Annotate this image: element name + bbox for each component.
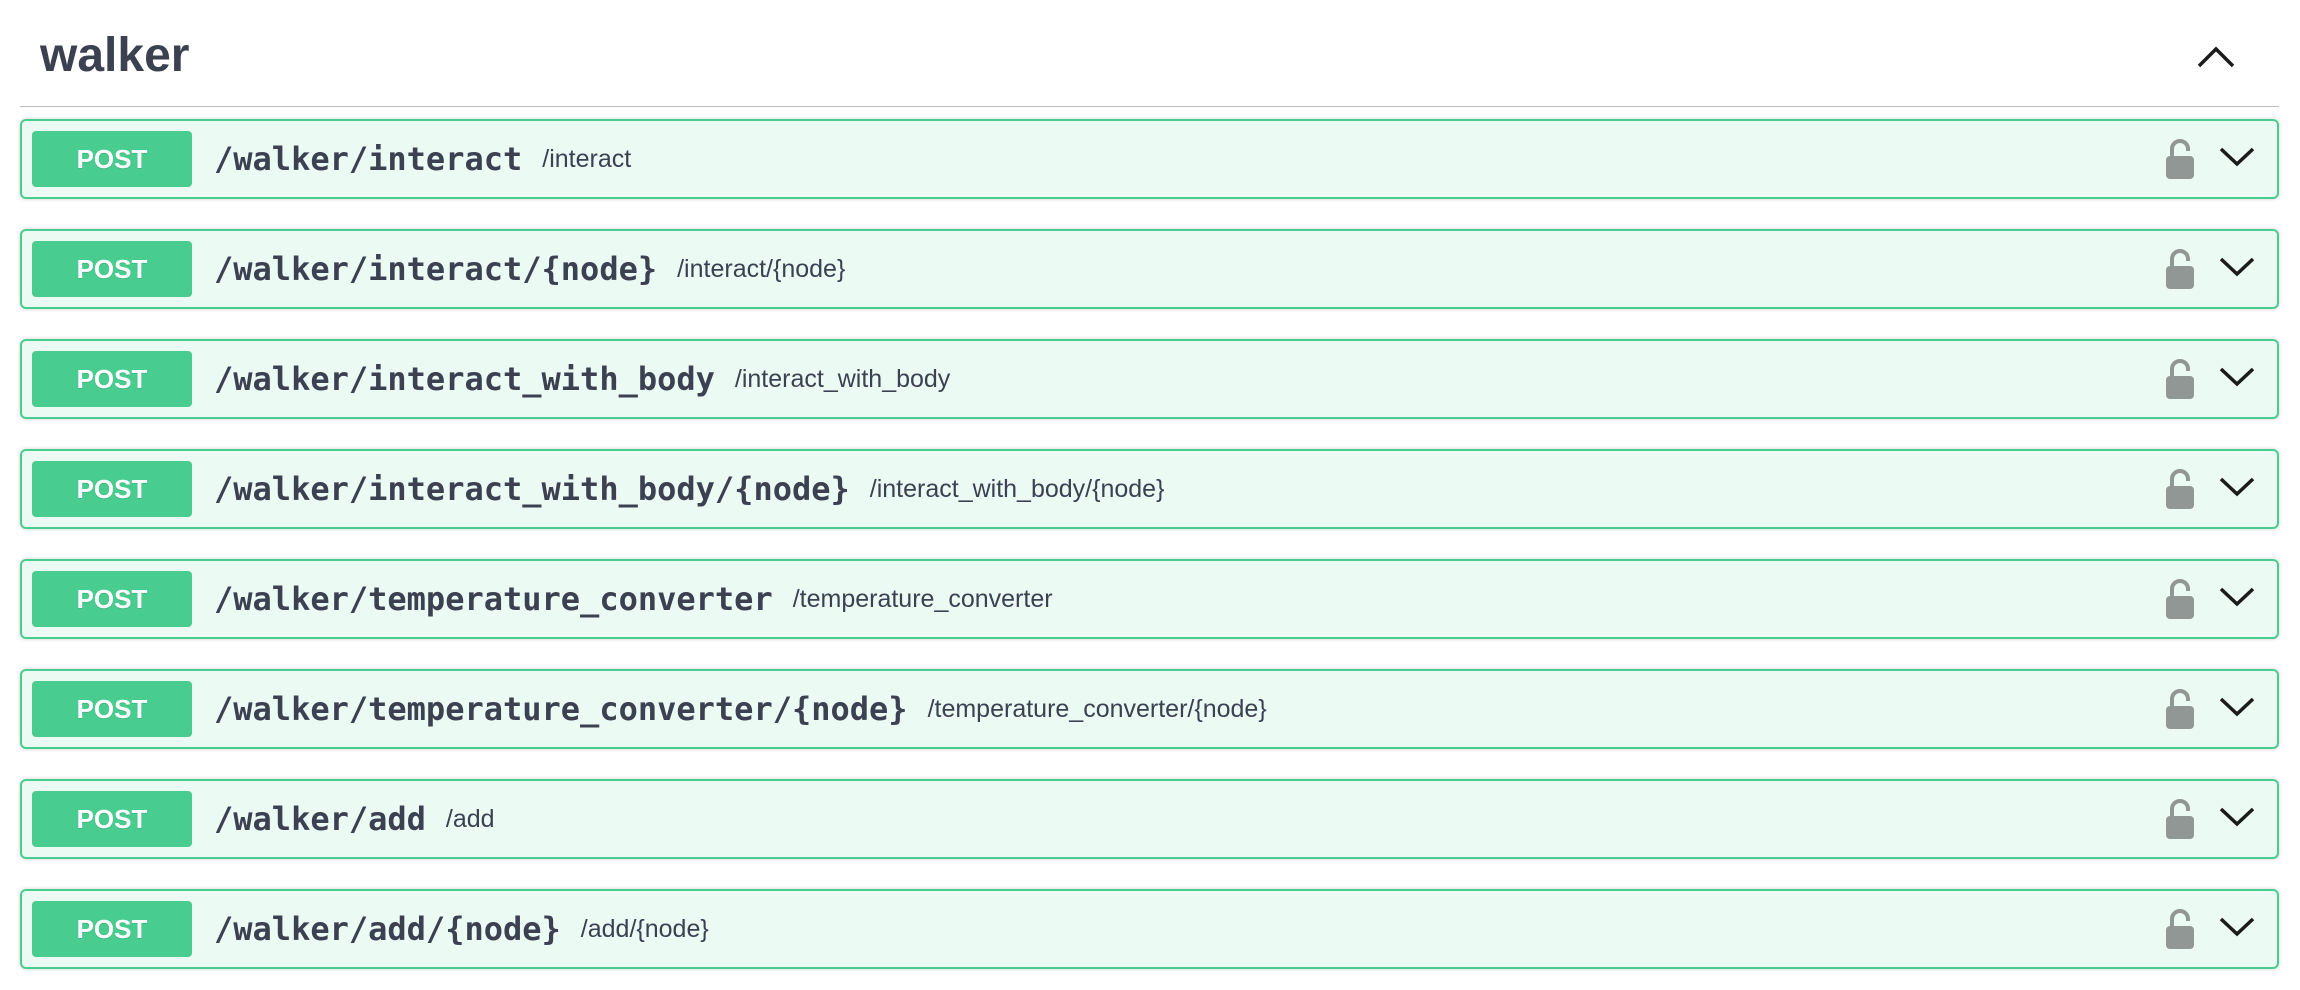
opblock-summary: /walker/add/{node} /add/{node} (214, 891, 709, 967)
opblock-description: /interact_with_body (734, 364, 951, 393)
opblock-description: /interact (542, 144, 632, 173)
opblock-description: /add (445, 804, 495, 833)
opblock-post[interactable]: POST/walker/temperature_converter/{node}… (20, 669, 2279, 749)
lock-icon[interactable] (2163, 137, 2197, 181)
opblock-post[interactable]: POST/walker/interact/interact (20, 119, 2279, 199)
chevron-down-icon[interactable] (2217, 911, 2257, 941)
opblock-description: /temperature_converter (792, 584, 1053, 613)
method-badge: POST (32, 241, 192, 297)
chevron-down-icon[interactable] (2217, 471, 2257, 501)
opblock-summary: /walker/temperature_converter/{node} /tem… (214, 671, 1267, 747)
lock-icon[interactable] (2163, 907, 2197, 951)
opblock-description: /interact/{node} (677, 254, 846, 283)
opblock-path: /walker/add (214, 800, 426, 838)
opblock-tag-section: walker POST/walker/interact/interact POST… (20, 0, 2279, 969)
lock-icon[interactable] (2163, 687, 2197, 731)
tag-title[interactable]: walker (40, 26, 189, 86)
chevron-up-icon[interactable] (2193, 36, 2239, 76)
method-badge: POST (32, 131, 192, 187)
opblock-post[interactable]: POST/walker/interact_with_body/interact_… (20, 339, 2279, 419)
opblock-summary: /walker/add/add (214, 781, 495, 857)
chevron-down-icon[interactable] (2217, 581, 2257, 611)
opblock-description: /add/{node} (580, 914, 709, 943)
method-badge: POST (32, 681, 192, 737)
method-badge: POST (32, 791, 192, 847)
lock-icon[interactable] (2163, 577, 2197, 621)
lock-icon[interactable] (2163, 247, 2197, 291)
opblock-path: /walker/temperature_converter (214, 580, 773, 618)
opblock-path: /walker/interact (214, 140, 523, 178)
opblock-post[interactable]: POST/walker/temperature_converter/temper… (20, 559, 2279, 639)
opblock-summary: /walker/interact_with_body/{node} /intera… (214, 451, 1164, 527)
chevron-down-icon[interactable] (2217, 361, 2257, 391)
opblock-post[interactable]: POST/walker/add/add (20, 779, 2279, 859)
chevron-down-icon[interactable] (2217, 691, 2257, 721)
opblock-post[interactable]: POST/walker/add/{node} /add/{node} (20, 889, 2279, 969)
tag-header[interactable]: walker (20, 0, 2279, 107)
chevron-down-icon[interactable] (2217, 801, 2257, 831)
method-badge: POST (32, 351, 192, 407)
opblock-summary: /walker/interact_with_body/interact_with… (214, 341, 950, 417)
opblock-description: /interact_with_body/{node} (869, 474, 1165, 503)
lock-icon[interactable] (2163, 797, 2197, 841)
opblock-path: /walker/interact_with_body (214, 360, 715, 398)
opblock-summary: /walker/interact/interact (214, 121, 631, 197)
opblock-description: /temperature_converter/{node} (927, 694, 1267, 723)
method-badge: POST (32, 571, 192, 627)
opblock-post[interactable]: POST/walker/interact_with_body/{node} /in… (20, 449, 2279, 529)
method-badge: POST (32, 901, 192, 957)
opblock-summary: /walker/interact/{node} /interact/{node} (214, 231, 845, 307)
opblock-path: /walker/temperature_converter/{node} (214, 690, 908, 728)
opblock-path: /walker/interact_with_body/{node} (214, 470, 850, 508)
chevron-down-icon[interactable] (2217, 251, 2257, 281)
opblock-path: /walker/add/{node} (214, 910, 561, 948)
opblock-summary: /walker/temperature_converter/temperatur… (214, 561, 1053, 637)
opblock-path: /walker/interact/{node} (214, 250, 658, 288)
chevron-down-icon[interactable] (2217, 141, 2257, 171)
opblock-post[interactable]: POST/walker/interact/{node} /interact/{no… (20, 229, 2279, 309)
lock-icon[interactable] (2163, 467, 2197, 511)
method-badge: POST (32, 461, 192, 517)
lock-icon[interactable] (2163, 357, 2197, 401)
